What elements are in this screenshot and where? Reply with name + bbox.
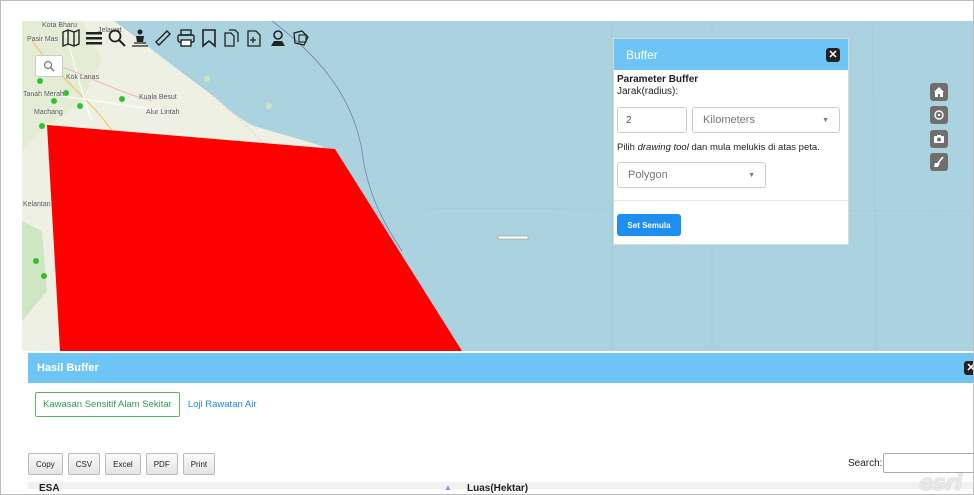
broom-icon <box>934 156 944 167</box>
chevron-down-icon: ▼ <box>748 171 755 179</box>
copy-button[interactable]: Copy <box>28 453 63 475</box>
buffer-polygon <box>47 125 462 351</box>
map-toolbar <box>61 27 311 49</box>
esri-logo: esri <box>919 471 962 495</box>
print-icon[interactable] <box>176 27 196 49</box>
place-label: Pasir Mas <box>27 36 59 43</box>
pin-people-icon[interactable] <box>130 27 150 49</box>
app-window: Kota Bharu Pasir Mas Jelawat Kok Lanas T… <box>0 0 974 495</box>
locate-icon[interactable] <box>268 27 288 49</box>
map-icon[interactable] <box>61 27 81 49</box>
radius-input[interactable]: 2 <box>617 107 687 133</box>
draw-tool-select[interactable]: Polygon ▼ <box>617 162 766 188</box>
draw-tool-value: Polygon <box>628 169 668 181</box>
buffer-panel-header: Buffer ✕ <box>614 39 848 70</box>
search-icon <box>43 60 55 72</box>
radius-label: Jarak(radius): <box>617 86 679 97</box>
map-search-button[interactable] <box>35 55 63 77</box>
divider <box>614 200 848 201</box>
reset-button[interactable]: Set Semula <box>617 214 681 236</box>
sort-asc-icon[interactable]: ▲ <box>444 483 452 492</box>
polygon-icon[interactable] <box>291 27 311 49</box>
column-header-luas[interactable]: Luas(Hektar) <box>467 483 528 494</box>
place-label: Kok Lanas <box>66 74 100 81</box>
instruction-text: Pilih drawing tool dan mula melukis di a… <box>617 142 820 153</box>
buffer-panel: Buffer ✕ Parameter Buffer Jarak(radius):… <box>613 38 849 245</box>
locate-button[interactable] <box>930 106 948 124</box>
camera-icon <box>934 135 944 143</box>
place-label: Machang <box>34 109 63 116</box>
buffer-panel-title: Buffer <box>626 47 658 62</box>
close-icon[interactable]: ✕ <box>964 361 973 375</box>
copy-icon[interactable] <box>222 27 242 49</box>
close-icon[interactable]: ✕ <box>826 47 840 62</box>
section-title: Parameter Buffer <box>617 74 699 85</box>
unit-select-value: Kilometers <box>703 114 755 126</box>
column-header-esa[interactable]: ESA <box>39 483 60 494</box>
search-input[interactable] <box>883 453 973 473</box>
chevron-down-icon: ▼ <box>822 116 829 124</box>
excel-button[interactable]: Excel <box>105 453 141 475</box>
place-label: Kuala Besut <box>139 94 177 101</box>
result-tabs: Kawasan Sensitif Alam Sekitar Loji Rawat… <box>35 392 265 417</box>
tab-loji-rawatan-air[interactable]: Loji Rawatan Air <box>180 392 265 417</box>
home-button[interactable] <box>930 83 948 101</box>
search-icon[interactable] <box>107 27 127 49</box>
place-label: Kelantan <box>23 201 51 208</box>
place-label: Tanah Merah <box>23 91 64 98</box>
csv-button[interactable]: CSV <box>67 453 101 475</box>
export-buttons: Copy CSV Excel PDF Print <box>28 453 216 475</box>
crosshair-icon <box>934 110 944 120</box>
layers-list-icon[interactable] <box>84 27 104 49</box>
export-icon[interactable] <box>245 27 265 49</box>
bookmark-icon[interactable] <box>199 27 219 49</box>
tab-kawasan-sensitif[interactable]: Kawasan Sensitif Alam Sekitar <box>35 392 180 417</box>
unit-select[interactable]: Kilometers ▼ <box>692 107 840 133</box>
hasil-panel-header: Hasil Buffer <box>28 353 973 383</box>
home-icon <box>934 87 944 97</box>
clear-button[interactable] <box>930 153 948 171</box>
hasil-panel-title: Hasil Buffer <box>37 362 99 374</box>
pdf-button[interactable]: PDF <box>145 453 178 475</box>
ruler-icon[interactable] <box>153 27 173 49</box>
place-label: Alur Lintah <box>146 109 180 116</box>
print-button[interactable]: Print <box>182 453 216 475</box>
screenshot-button[interactable] <box>930 130 948 148</box>
search-label: Search: <box>848 458 883 469</box>
